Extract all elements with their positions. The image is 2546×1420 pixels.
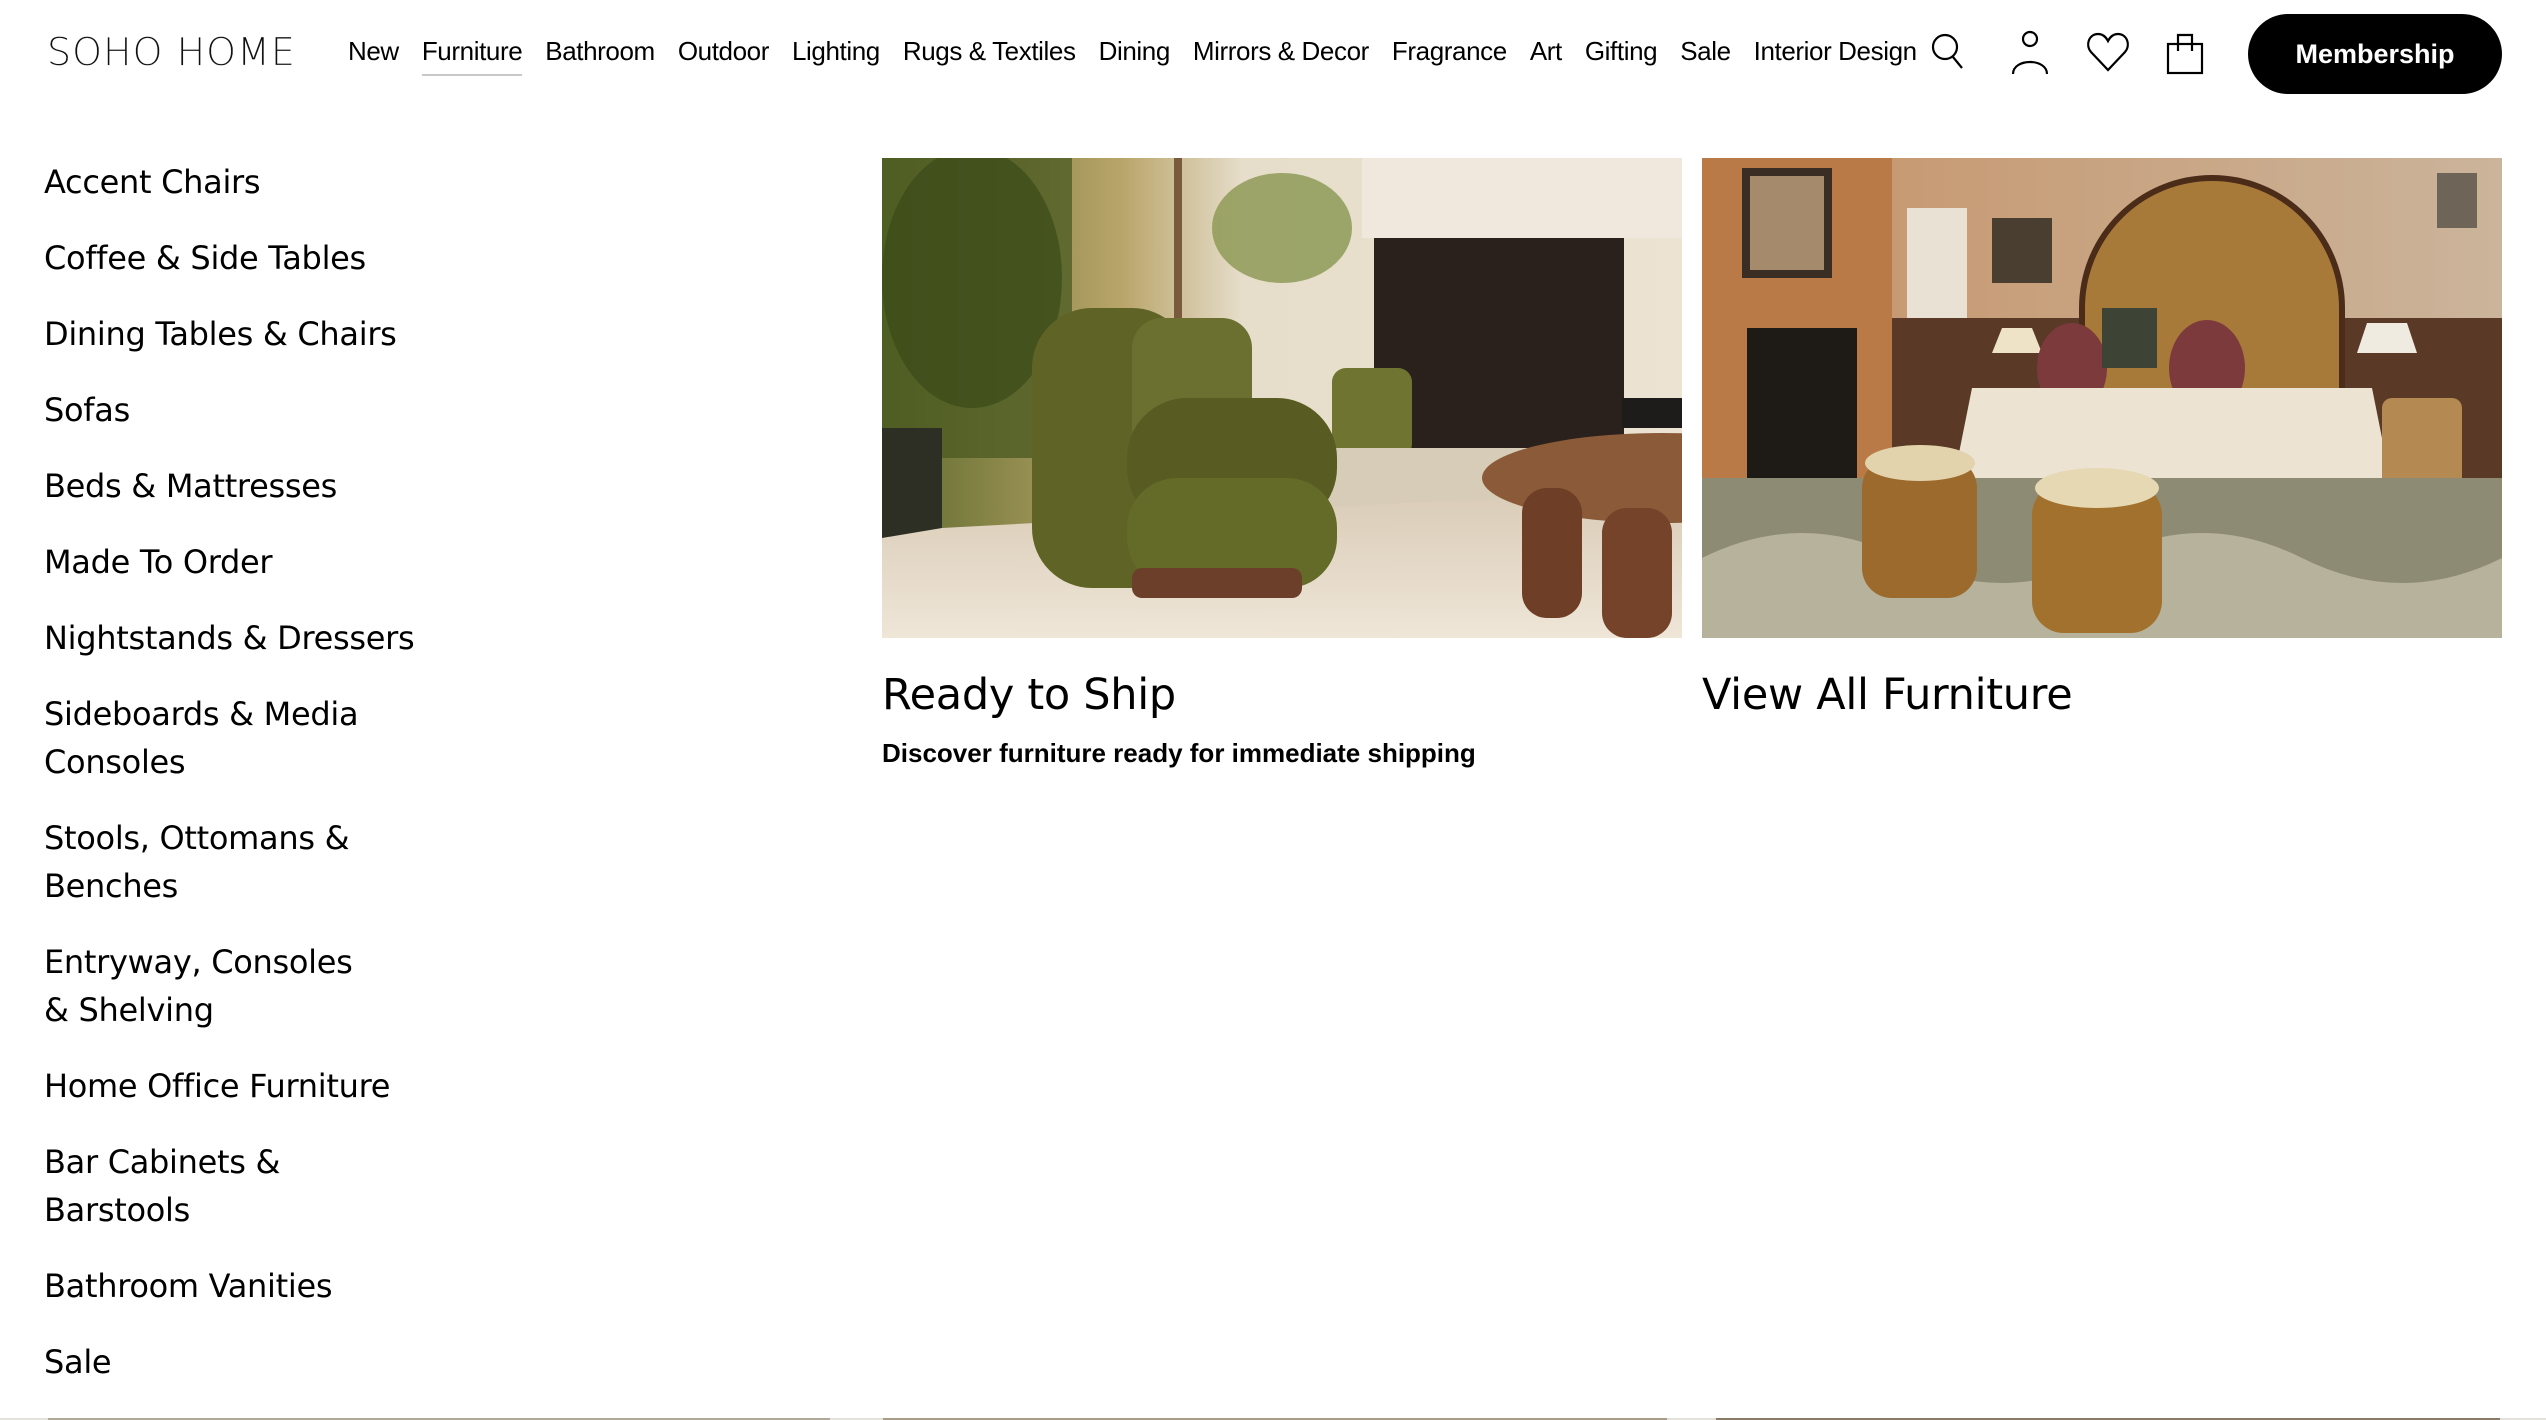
wishlist-icon[interactable]	[2084, 28, 2132, 76]
category-sale[interactable]: Sale	[44, 1338, 424, 1386]
nav-item-sale[interactable]: Sale	[1680, 36, 1731, 67]
category-nightstands-dressers[interactable]: Nightstands & Dressers	[44, 614, 424, 662]
category-made-to-order[interactable]: Made To Order	[44, 538, 424, 586]
search-icon[interactable]	[1928, 30, 1968, 74]
category-bar-cabinets-barstools[interactable]: Bar Cabinets & Barstools	[44, 1138, 424, 1234]
site-header: SOHO HOME New Furniture Bathroom Outdoor…	[0, 0, 2546, 108]
main-nav: New Furniture Bathroom Outdoor Lighting …	[348, 36, 1940, 76]
logo[interactable]: SOHO HOME	[47, 30, 296, 74]
nav-item-rugs-textiles[interactable]: Rugs & Textiles	[903, 36, 1076, 67]
category-home-office-furniture[interactable]: Home Office Furniture	[44, 1062, 424, 1110]
category-dining-tables-chairs[interactable]: Dining Tables & Chairs	[44, 310, 424, 358]
category-list: Accent Chairs Coffee & Side Tables Dinin…	[44, 158, 464, 1414]
nav-item-art[interactable]: Art	[1530, 36, 1562, 67]
feature-image-armchair[interactable]	[882, 158, 1682, 638]
feature-title[interactable]: View All Furniture	[1702, 670, 2502, 720]
account-icon[interactable]	[2006, 28, 2054, 76]
category-sideboards-media-consoles[interactable]: Sideboards & Media Consoles	[44, 690, 364, 786]
category-coffee-side-tables[interactable]: Coffee & Side Tables	[44, 234, 424, 282]
feature-title[interactable]: Ready to Ship	[882, 670, 1682, 720]
nav-item-dining[interactable]: Dining	[1099, 36, 1171, 67]
category-entryway-consoles-shelving[interactable]: Entryway, Consoles & Shelving	[44, 938, 384, 1034]
feature-card-ready-to-ship[interactable]: Ready to Ship Discover furniture ready f…	[882, 158, 1682, 769]
category-sofas[interactable]: Sofas	[44, 386, 424, 434]
category-beds-mattresses[interactable]: Beds & Mattresses	[44, 462, 424, 510]
feature-description: Discover furniture ready for immediate s…	[882, 738, 1476, 768]
category-stools-ottomans-benches[interactable]: Stools, Ottomans & Benches	[44, 814, 364, 910]
membership-button[interactable]: Membership	[2248, 14, 2502, 94]
bag-icon[interactable]	[2160, 28, 2208, 76]
nav-item-gifting[interactable]: Gifting	[1585, 36, 1658, 67]
category-accent-chairs[interactable]: Accent Chairs	[44, 158, 424, 206]
feature-card-view-all-furniture[interactable]: View All Furniture	[1702, 158, 2502, 720]
category-bathroom-vanities[interactable]: Bathroom Vanities	[44, 1262, 424, 1310]
nav-item-furniture[interactable]: Furniture	[421, 36, 523, 76]
nav-item-fragrance[interactable]: Fragrance	[1392, 36, 1507, 67]
nav-item-outdoor[interactable]: Outdoor	[678, 36, 770, 67]
nav-item-bathroom[interactable]: Bathroom	[545, 36, 655, 67]
nav-item-mirrors-decor[interactable]: Mirrors & Decor	[1193, 36, 1369, 67]
nav-item-interior-design[interactable]: Interior Design	[1754, 36, 1917, 67]
nav-item-new[interactable]: New	[348, 36, 399, 67]
nav-item-lighting[interactable]: Lighting	[792, 36, 880, 67]
feature-image-bedroom[interactable]	[1702, 158, 2502, 638]
